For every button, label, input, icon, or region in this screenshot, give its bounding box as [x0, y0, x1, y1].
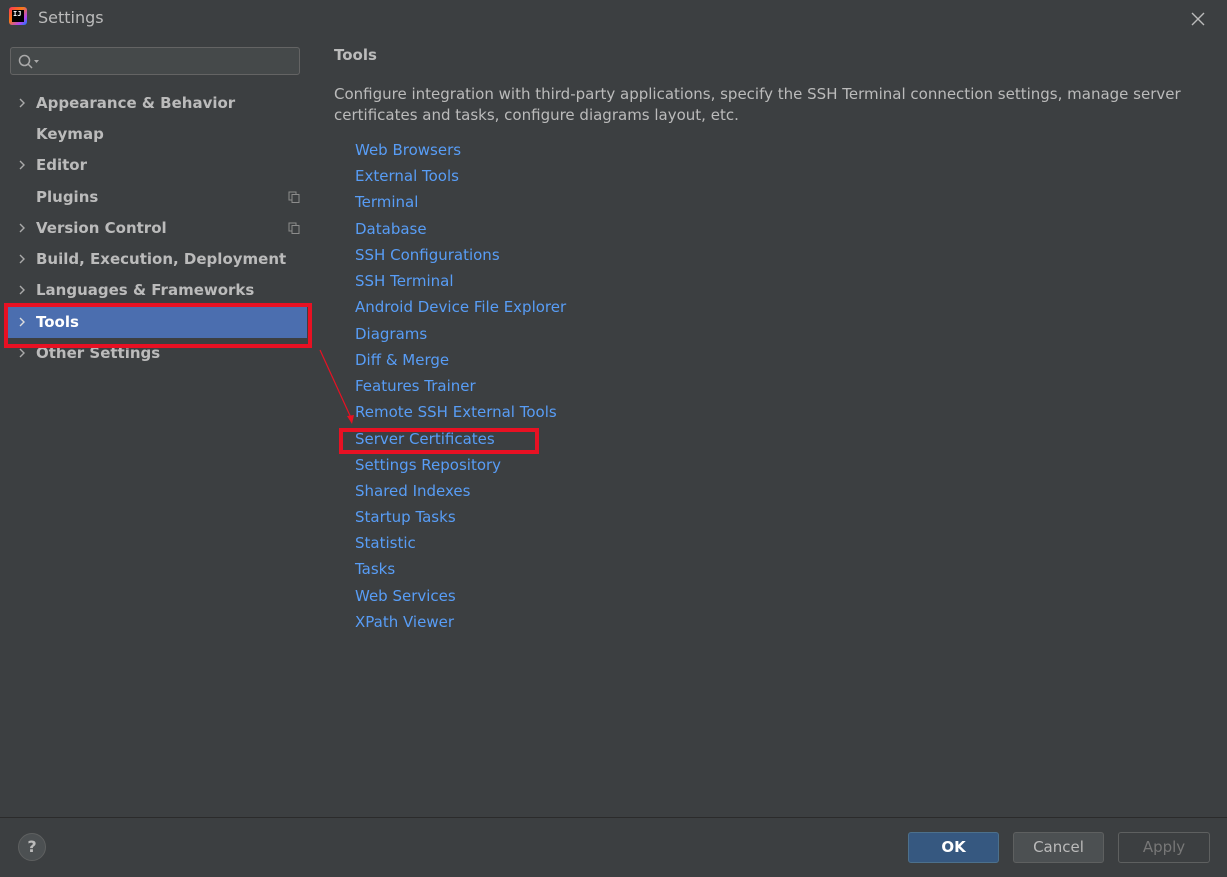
sidebar-item-label: Keymap	[36, 125, 104, 143]
link-startup-tasks[interactable]: Startup Tasks	[355, 508, 456, 526]
sidebar-item-other-settings[interactable]: Other Settings	[0, 338, 312, 369]
link-web-services[interactable]: Web Services	[355, 587, 456, 605]
close-icon[interactable]	[1188, 9, 1208, 29]
link-tasks[interactable]: Tasks	[355, 560, 395, 578]
sidebar-item-plugins[interactable]: Plugins	[0, 182, 312, 213]
sidebar-item-label: Languages & Frameworks	[36, 281, 255, 299]
link-remote-ssh-external-tools[interactable]: Remote SSH External Tools	[355, 403, 557, 421]
chevron-right-icon	[19, 348, 25, 358]
page-title: Tools	[334, 46, 377, 64]
sidebar-item-build-execution-deployment[interactable]: Build, Execution, Deployment	[0, 244, 312, 275]
intellij-app-icon: IJ	[9, 7, 27, 25]
link-external-tools[interactable]: External Tools	[355, 167, 459, 185]
chevron-right-icon	[19, 254, 25, 264]
link-ssh-terminal[interactable]: SSH Terminal	[355, 272, 453, 290]
window-title: Settings	[38, 8, 104, 27]
app-icon-text: IJ	[12, 10, 24, 22]
link-diff-merge[interactable]: Diff & Merge	[355, 351, 449, 369]
sidebar-item-label: Tools	[36, 313, 79, 331]
sidebar-item-editor[interactable]: Editor	[0, 150, 312, 181]
link-settings-repository[interactable]: Settings Repository	[355, 456, 501, 474]
sidebar-item-label: Other Settings	[36, 344, 161, 362]
link-database[interactable]: Database	[355, 220, 427, 238]
title-bar: IJ Settings	[0, 0, 1227, 36]
sidebar-item-label: Plugins	[36, 188, 99, 206]
sidebar-item-label: Appearance & Behavior	[36, 94, 236, 112]
sidebar-item-label: Build, Execution, Deployment	[36, 250, 287, 268]
search-box[interactable]	[10, 47, 300, 75]
link-ssh-configurations[interactable]: SSH Configurations	[355, 246, 500, 264]
chevron-right-icon	[19, 317, 25, 327]
cancel-button[interactable]: Cancel	[1013, 832, 1104, 863]
dialog-button-bar: ? OK Cancel Apply	[0, 817, 1227, 877]
link-diagrams[interactable]: Diagrams	[355, 325, 427, 343]
chevron-right-icon	[19, 160, 25, 170]
link-features-trainer[interactable]: Features Trainer	[355, 377, 476, 395]
project-level-icon	[288, 191, 300, 203]
sidebar-item-tools[interactable]: Tools	[0, 307, 312, 338]
link-shared-indexes[interactable]: Shared Indexes	[355, 482, 470, 500]
chevron-right-icon	[19, 223, 25, 233]
search-input[interactable]	[45, 51, 299, 73]
apply-button[interactable]: Apply	[1118, 832, 1210, 863]
page-description: Configure integration with third-party a…	[334, 85, 1181, 124]
sidebar-item-label: Version Control	[36, 219, 167, 237]
link-terminal[interactable]: Terminal	[355, 193, 418, 211]
chevron-right-icon	[19, 285, 25, 295]
settings-main-panel: Tools Configure integration with third-p…	[313, 36, 1227, 817]
settings-sidebar: Appearance & Behavior Keymap Editor Plug…	[0, 36, 312, 817]
chevron-right-icon	[19, 98, 25, 108]
sidebar-item-keymap[interactable]: Keymap	[0, 119, 312, 150]
sidebar-item-label: Editor	[36, 156, 87, 174]
link-xpath-viewer[interactable]: XPath Viewer	[355, 613, 454, 631]
sidebar-item-version-control[interactable]: Version Control	[0, 213, 312, 244]
link-web-browsers[interactable]: Web Browsers	[355, 141, 461, 159]
link-server-certificates[interactable]: Server Certificates	[355, 430, 495, 448]
project-level-icon	[288, 222, 300, 234]
ok-button[interactable]: OK	[908, 832, 999, 863]
sidebar-item-appearance-behavior[interactable]: Appearance & Behavior	[0, 88, 312, 119]
help-button[interactable]: ?	[18, 833, 46, 861]
link-android-device-file-explorer[interactable]: Android Device File Explorer	[355, 298, 566, 316]
sidebar-item-languages-frameworks[interactable]: Languages & Frameworks	[0, 275, 312, 306]
link-statistic[interactable]: Statistic	[355, 534, 416, 552]
search-icon	[18, 54, 39, 69]
